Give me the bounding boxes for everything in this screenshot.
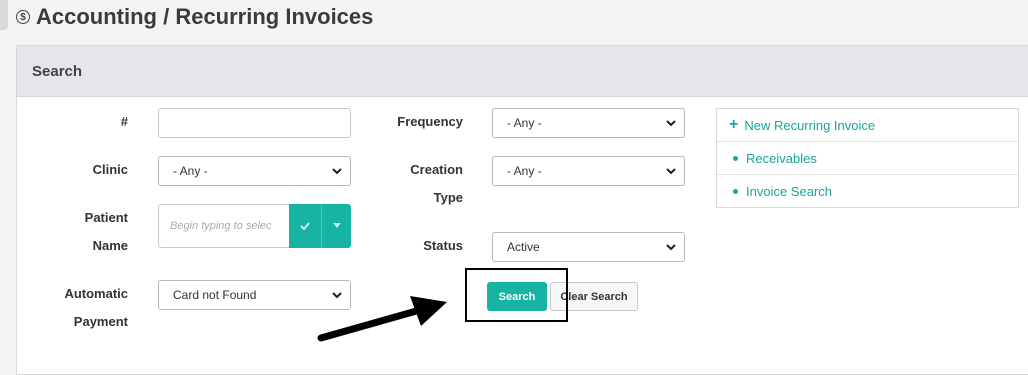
patient-label-line2: Name <box>92 238 128 253</box>
automatic-payment-label-line1: Automatic <box>64 286 128 301</box>
link-label: Invoice Search <box>746 184 832 199</box>
clinic-select[interactable]: - Any - <box>158 156 351 186</box>
link-new-recurring-invoice[interactable]: + New Recurring Invoice <box>717 109 1018 142</box>
patient-name-placeholder: Begin typing to selec <box>170 220 272 232</box>
search-panel-header: Search <box>17 46 1028 97</box>
patient-label-line1: Patient <box>84 210 128 225</box>
chevron-down-icon <box>666 120 676 127</box>
creation-type-select-value: - Any - <box>507 164 542 178</box>
check-icon <box>300 222 310 231</box>
number-label: # <box>120 114 128 129</box>
patient-confirm-button[interactable] <box>289 204 322 248</box>
creation-type-select[interactable]: - Any - <box>492 156 685 186</box>
link-label: New Recurring Invoice <box>744 117 876 133</box>
status-select[interactable]: Active <box>492 232 685 262</box>
frequency-label: Frequency <box>397 114 463 129</box>
search-panel-title: Search <box>32 62 83 80</box>
arrow-annotation-icon <box>317 296 447 342</box>
quick-links-box: + New Recurring Invoice Receivables Invo… <box>716 108 1019 208</box>
automatic-payment-select-value: Card not Found <box>173 288 257 302</box>
clinic-label: Clinic <box>92 162 128 177</box>
patient-name-input[interactable]: Begin typing to selec <box>158 204 290 248</box>
link-invoice-search[interactable]: Invoice Search <box>717 175 1018 208</box>
caret-down-icon <box>332 223 341 228</box>
bullet-icon <box>733 189 738 194</box>
patient-dropdown-button[interactable] <box>322 204 351 248</box>
creation-type-label-line1: Creation <box>410 162 463 177</box>
frequency-select-value: - Any - <box>507 116 542 130</box>
chevron-down-icon <box>666 168 676 175</box>
frequency-select[interactable]: - Any - <box>492 108 685 138</box>
bullet-icon <box>733 155 738 161</box>
dollar-circle-icon: $ <box>16 10 30 24</box>
plus-icon: + <box>729 116 739 133</box>
page-title: Accounting / Recurring Invoices <box>36 4 374 29</box>
link-receivables[interactable]: Receivables <box>717 142 1018 175</box>
automatic-payment-label-line2: Payment <box>73 314 128 329</box>
chevron-down-icon <box>666 244 676 251</box>
number-input[interactable] <box>158 108 351 138</box>
page-header: $ Accounting / Recurring Invoices <box>16 2 373 32</box>
clinic-select-value: - Any - <box>173 164 208 178</box>
link-label: Receivables <box>746 150 817 166</box>
chevron-down-icon <box>332 168 342 175</box>
page-edge <box>0 0 8 30</box>
status-select-value: Active <box>507 240 540 254</box>
creation-type-label-line2: Type <box>433 190 463 205</box>
status-label: Status <box>423 238 463 253</box>
highlight-box <box>465 268 568 322</box>
